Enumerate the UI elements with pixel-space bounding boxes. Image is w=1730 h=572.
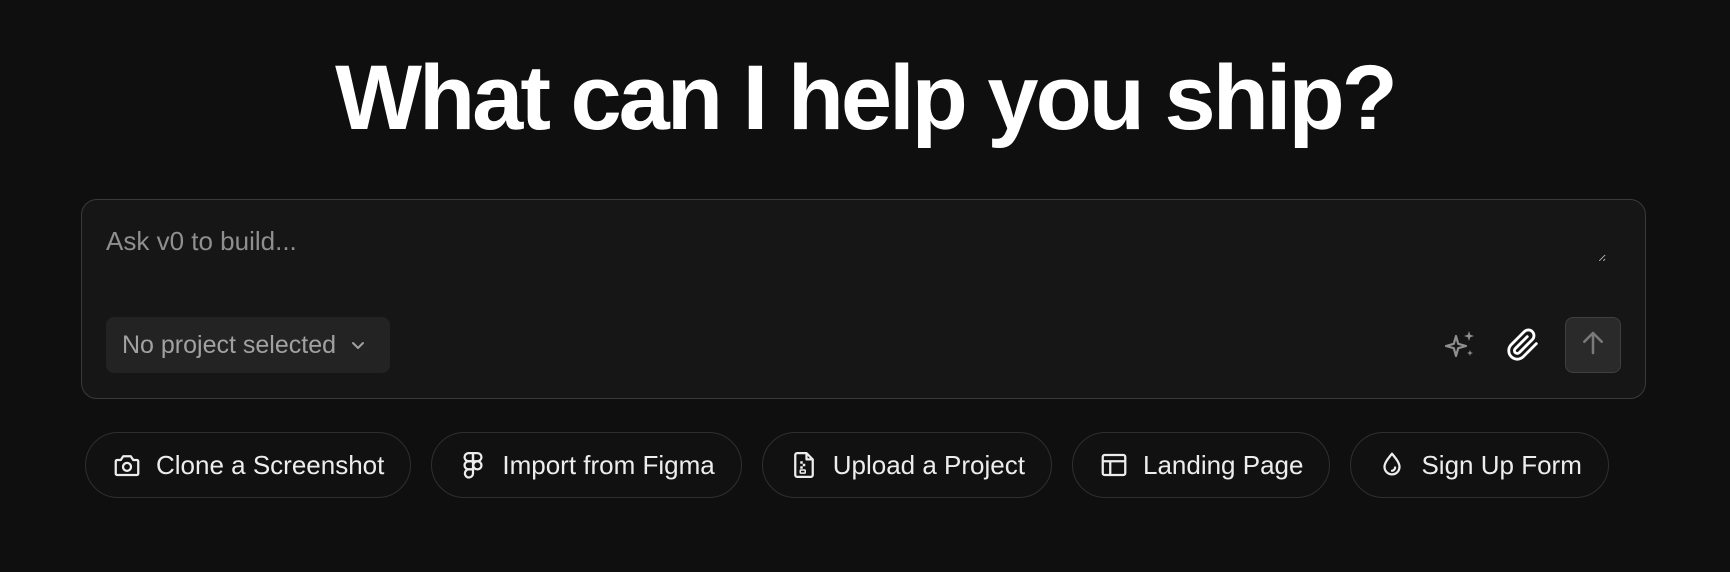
sparkles-icon[interactable] — [1441, 325, 1481, 365]
chevron-down-icon — [348, 335, 368, 355]
chip-label: Sign Up Form — [1421, 449, 1582, 480]
prompt-input[interactable] — [106, 226, 1606, 262]
project-select-label: No project selected — [122, 330, 337, 359]
chip-import-figma[interactable]: Import from Figma — [431, 432, 742, 498]
arrow-up-icon — [1578, 328, 1608, 363]
chip-label: Upload a Project — [832, 449, 1025, 480]
chip-sign-up-form[interactable]: Sign Up Form — [1350, 432, 1609, 498]
prompt-composer: No project selected — [81, 199, 1646, 399]
project-select[interactable]: No project selected — [106, 317, 391, 373]
figma-icon — [458, 450, 488, 480]
chip-clone-screenshot[interactable]: Clone a Screenshot — [85, 432, 412, 498]
droplet-icon — [1377, 450, 1407, 480]
chip-upload-project[interactable]: Upload a Project — [761, 432, 1052, 498]
chip-label: Landing Page — [1142, 449, 1304, 480]
chip-label: Clone a Screenshot — [156, 449, 385, 480]
layout-icon — [1099, 450, 1129, 480]
chip-label: Import from Figma — [502, 449, 715, 480]
file-zip-icon — [789, 450, 819, 480]
paperclip-icon[interactable] — [1503, 325, 1543, 365]
chip-landing-page[interactable]: Landing Page — [1071, 432, 1331, 498]
camera-icon — [112, 450, 142, 480]
suggestion-chips: Clone a Screenshot Import from Figma Upl… — [85, 432, 1645, 498]
composer-tools — [1441, 317, 1621, 373]
send-button[interactable] — [1565, 317, 1621, 373]
page-title: What can I help you ship? — [335, 47, 1398, 149]
page: What can I help you ship? No project sel… — [0, 0, 1730, 572]
